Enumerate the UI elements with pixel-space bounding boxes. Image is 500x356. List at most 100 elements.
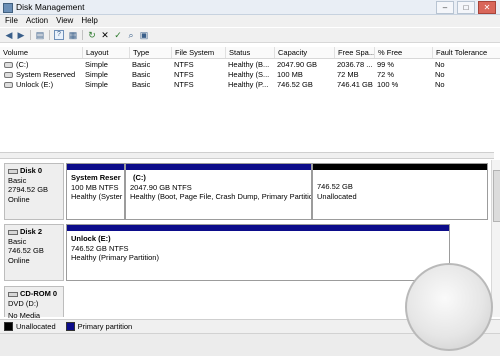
table-row[interactable]: System Reserved Simple Basic NTFS Health… — [0, 70, 500, 80]
disk-type: Basic — [8, 236, 27, 246]
partition-unlock-e[interactable]: Unlock (E:) 746.52 GB NTFS Healthy (Prim… — [66, 224, 450, 281]
help-icon[interactable]: ? — [54, 30, 64, 40]
disk-0-header[interactable]: Disk 0 Basic 2794.52 GB Online — [4, 163, 64, 220]
partition-size: 746.52 GB — [317, 182, 353, 191]
toolbar-separator — [82, 30, 83, 40]
volume-icon — [4, 82, 13, 89]
close-button[interactable]: ✕ — [478, 1, 496, 14]
back-arrow-icon[interactable]: ◀ — [4, 30, 14, 40]
cdrom-0-header[interactable]: CD-ROM 0 DVD (D:) No Media — [4, 286, 64, 320]
status-cell: Healthy (S... — [228, 70, 270, 79]
partition-name: (C:) — [133, 173, 146, 182]
table-row[interactable]: Unlock (E:) Simple Basic NTFS Healthy (P… — [0, 80, 500, 90]
capacity-cell: 100 MB — [277, 70, 303, 79]
checkmark-icon[interactable]: ✓ — [113, 30, 123, 40]
layout-cell: Simple — [85, 70, 108, 79]
column-header-percent-free[interactable]: % Free — [374, 47, 432, 58]
column-header-status[interactable]: Status — [225, 47, 274, 58]
minimize-button[interactable]: – — [436, 1, 454, 14]
disk-size: 2794.52 GB — [8, 185, 49, 194]
drive-type: DVD (D:) — [8, 298, 39, 308]
partition-status: Healthy (Primary Partition) — [71, 253, 159, 262]
title-bar: Disk Management – □ ✕ — [0, 0, 500, 15]
partition-name: System Reser — [71, 173, 121, 182]
partition-info: (C:) 2047.90 GB NTFS Healthy (Boot, Page… — [126, 170, 311, 205]
vertical-scrollbar[interactable] — [491, 160, 500, 317]
fault-tolerance-cell: No — [435, 80, 445, 89]
type-cell: Basic — [132, 80, 151, 89]
type-cell: Basic — [132, 70, 151, 79]
column-header-layout[interactable]: Layout — [82, 47, 129, 58]
partition-info: 746.52 GB Unallocated — [313, 170, 487, 204]
disk-state: Online — [8, 194, 30, 204]
legend-item-primary: Primary partition — [65, 322, 132, 332]
volume-cell: System Reserved — [4, 70, 82, 80]
disk-2-title: Disk 2 — [8, 227, 60, 237]
layout-cell: Simple — [85, 80, 108, 89]
menu-file[interactable]: File — [5, 15, 18, 27]
fault-tolerance-cell: No — [435, 60, 445, 69]
cdrom-icon — [8, 291, 18, 297]
fault-tolerance-cell: No — [435, 70, 445, 79]
menu-help[interactable]: Help — [81, 15, 97, 27]
scrollbar-thumb[interactable] — [493, 170, 500, 222]
free-space-cell: 746.41 GB — [337, 80, 373, 89]
disk-2-header[interactable]: Disk 2 Basic 746.52 GB Online — [4, 224, 64, 281]
volume-list-header: Volume Layout Type File System Status Ca… — [0, 47, 500, 59]
view-icon[interactable]: ▣ — [139, 30, 149, 40]
toolbar: ◀ ▶ ▤ ? ▦ ↻ ✕ ✓ ⌕ ▣ — [0, 28, 500, 43]
legend-item-unallocated: Unallocated — [4, 322, 56, 332]
percent-free-cell: 100 % — [377, 80, 399, 89]
volume-icon — [4, 72, 13, 79]
partition-info: System Reser 100 MB NTFS Healthy (Syster — [67, 170, 124, 205]
refresh-icon[interactable]: ↻ — [87, 30, 97, 40]
pane-splitter[interactable] — [0, 152, 494, 159]
forward-arrow-icon[interactable]: ▶ — [16, 30, 26, 40]
file-system-cell: NTFS — [174, 80, 194, 89]
disk-list-icon[interactable]: ▤ — [35, 30, 45, 40]
legend-label: Unallocated — [16, 321, 56, 331]
file-system-cell: NTFS — [174, 70, 194, 79]
unallocated-swatch — [4, 322, 13, 332]
column-header-file-system[interactable]: File System — [171, 47, 225, 58]
layout-cell: Simple — [85, 60, 108, 69]
properties-icon[interactable]: ▦ — [68, 30, 78, 40]
column-header-free-space[interactable]: Free Spa... — [334, 47, 374, 58]
disk-name: CD-ROM 0 — [20, 289, 58, 298]
table-row[interactable]: (C:) Simple Basic NTFS Healthy (B... 204… — [0, 60, 500, 70]
free-space-cell: 2036.78 ... — [337, 60, 373, 69]
partition-status: Unallocated — [317, 191, 357, 201]
partition-size: 2047.90 GB NTFS — [130, 182, 192, 192]
volume-cell: Unlock (E:) — [4, 80, 82, 90]
column-header-capacity[interactable]: Capacity — [274, 47, 334, 58]
free-space-cell: 72 MB — [337, 70, 359, 79]
partition-size: 746.52 GB NTFS — [71, 243, 129, 253]
volume-name: (C:) — [16, 60, 29, 69]
search-disk-icon[interactable]: ⌕ — [126, 30, 136, 40]
disk-name: Disk 2 — [20, 227, 43, 236]
status-cell: Healthy (B... — [228, 60, 270, 69]
status-cell: Healthy (P... — [228, 80, 269, 89]
partition-system-reserved[interactable]: System Reser 100 MB NTFS Healthy (Syster — [66, 163, 125, 220]
delete-icon[interactable]: ✕ — [100, 30, 110, 40]
menu-action[interactable]: Action — [26, 15, 48, 27]
percent-free-cell: 99 % — [377, 60, 395, 69]
maximize-button[interactable]: □ — [457, 1, 475, 14]
partition-status: Healthy (Syster — [71, 192, 123, 201]
partition-c-drive[interactable]: (C:) 2047.90 GB NTFS Healthy (Boot, Page… — [125, 163, 312, 220]
menu-bar: File Action View Help — [0, 15, 500, 27]
toolbar-separator — [30, 30, 31, 40]
menu-view[interactable]: View — [56, 15, 73, 27]
column-header-type[interactable]: Type — [129, 47, 171, 58]
disk-icon — [8, 168, 18, 174]
partition-info: Unlock (E:) 746.52 GB NTFS Healthy (Prim… — [67, 231, 449, 266]
partition-unallocated[interactable]: 746.52 GB Unallocated — [312, 163, 488, 220]
capacity-cell: 2047.90 GB — [277, 60, 318, 69]
capacity-cell: 746.52 GB — [277, 80, 313, 89]
column-header-volume[interactable]: Volume — [0, 47, 82, 58]
percent-free-cell: 72 % — [377, 70, 395, 79]
file-system-cell: NTFS — [174, 60, 194, 69]
window-controls: – □ ✕ — [436, 1, 496, 14]
column-header-fault-tolerance[interactable]: Fault Tolerance — [432, 47, 500, 58]
window-title: Disk Management — [16, 2, 85, 12]
